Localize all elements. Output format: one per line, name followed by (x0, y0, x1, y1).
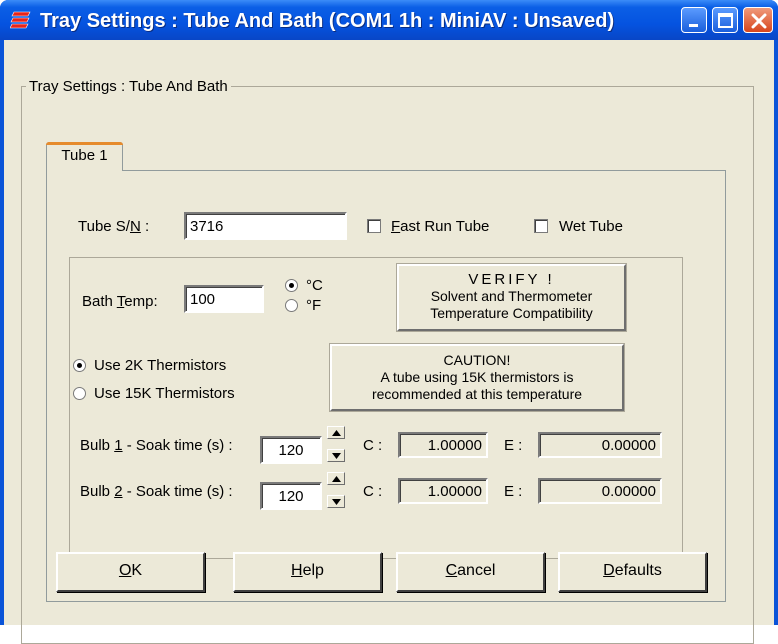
bulb-2-c-label: C : (363, 483, 383, 500)
arrow-down-icon (332, 499, 341, 505)
bulb-1-label: Bulb 1 - Soak time (s) : (80, 437, 233, 454)
group-title: Tray Settings : Tube And Bath (26, 78, 231, 96)
bulb-1-c-label: C : (363, 437, 383, 454)
thermistor-15k-radio[interactable] (73, 387, 86, 400)
tube-serial-label: Tube S/N : (78, 218, 150, 235)
bulb-2-c-value: 1.00000 (398, 478, 488, 504)
bulb-2-label: Bulb 2 - Soak time (s) : (80, 483, 233, 500)
bulb-2-spin-up[interactable] (327, 472, 345, 485)
unit-fahrenheit-radio[interactable] (285, 299, 298, 312)
ok-button[interactable]: OK (56, 552, 205, 592)
fast-run-tube-checkbox[interactable] (367, 219, 381, 233)
tube-serial-input[interactable] (184, 212, 347, 240)
close-icon (751, 13, 767, 29)
arrow-up-icon (332, 476, 341, 482)
wet-tube-checkbox[interactable] (534, 219, 548, 233)
window-title: Tray Settings : Tube And Bath (COM1 1h :… (40, 10, 615, 32)
verify-line-1: Solvent and Thermometer (430, 288, 593, 304)
bulb-1-spin-down[interactable] (327, 449, 345, 462)
unit-fahrenheit-label: °F (306, 297, 322, 314)
bulb-1-spin-up[interactable] (327, 426, 345, 439)
caution-line-2: recommended at this temperature (371, 386, 583, 402)
app-icon (9, 9, 32, 31)
arrow-up-icon (332, 430, 341, 436)
bath-temp-input[interactable] (184, 285, 264, 313)
tab-label: Tube 1 (61, 147, 108, 164)
minimize-icon (689, 24, 698, 27)
caution-line-1: A tube using 15K thermistors is (380, 369, 574, 385)
fast-run-tube-label: Fast Run Tube (391, 218, 490, 235)
bulb-2-spin-down[interactable] (327, 495, 345, 508)
caution-title: CAUTION! (443, 352, 511, 368)
dialog-client-area: Tray Settings : Tube And Bath Tube 1 Tub… (4, 40, 774, 644)
bath-temp-label: Bath Temp: (82, 293, 158, 310)
bulb-1-c-value: 1.00000 (398, 432, 488, 458)
help-button[interactable]: Help (233, 552, 382, 592)
bulb-2-soak-input[interactable] (260, 482, 322, 510)
bulb-1-e-label: E : (504, 437, 523, 454)
bulb-1-e-value: 0.00000 (538, 432, 662, 458)
cancel-button[interactable]: Cancel (396, 552, 545, 592)
verify-line-2: Temperature Compatibility (430, 305, 593, 321)
arrow-down-icon (332, 453, 341, 459)
tab-tube-1[interactable]: Tube 1 (46, 142, 123, 171)
unit-celsius-label: °C (306, 277, 323, 294)
unit-celsius-radio[interactable] (285, 279, 298, 292)
dialog-window: Tray Settings : Tube And Bath (COM1 1h :… (0, 0, 778, 644)
bulb-2-e-value: 0.00000 (538, 478, 662, 504)
thermistor-2k-label: Use 2K Thermistors (94, 357, 227, 374)
verify-notice: VERIFY ! Solvent and Thermometer Tempera… (397, 264, 626, 331)
bulb-1-soak-input[interactable] (260, 436, 322, 464)
title-bar[interactable]: Tray Settings : Tube And Bath (COM1 1h :… (0, 0, 778, 40)
minimize-button[interactable] (681, 7, 707, 33)
thermistor-2k-radio[interactable] (73, 359, 86, 372)
bulb-2-e-label: E : (504, 483, 523, 500)
defaults-button[interactable]: Defaults (558, 552, 707, 592)
wet-tube-label: Wet Tube (559, 218, 623, 235)
maximize-icon (718, 13, 733, 28)
close-button[interactable] (743, 7, 773, 33)
caution-notice: CAUTION! A tube using 15K thermistors is… (330, 344, 624, 411)
thermistor-15k-label: Use 15K Thermistors (94, 385, 235, 402)
maximize-button[interactable] (712, 7, 738, 33)
verify-title: VERIFY ! (468, 271, 555, 288)
